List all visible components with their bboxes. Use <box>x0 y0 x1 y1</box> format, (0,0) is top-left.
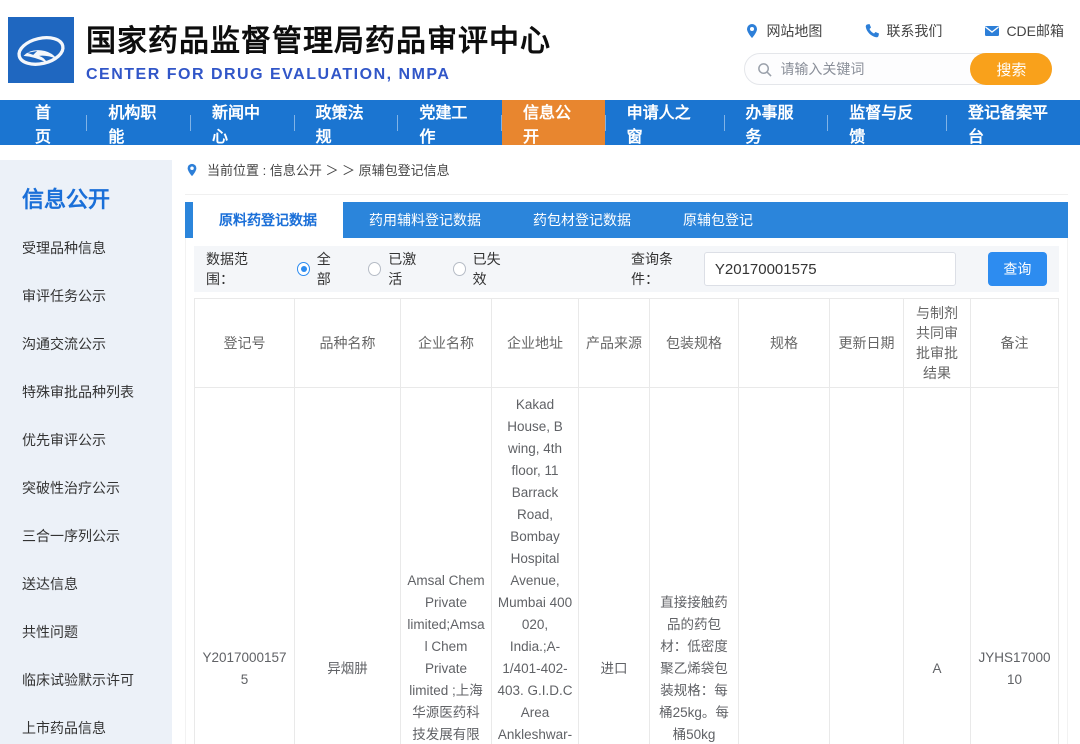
col-joint-approval-result: 与制剂共同审批审批结果 <box>904 299 971 388</box>
breadcrumb: 当前位置 : 信息公开 ＞ ＞ 原辅包登记信息 <box>185 145 1068 195</box>
nav-item-registration-platform[interactable]: 登记备案平台 <box>947 100 1080 145</box>
col-spec: 规格 <box>739 299 830 388</box>
cell-product-source: 进口 <box>579 388 650 744</box>
contact-link[interactable]: 联系我们 <box>864 21 942 41</box>
col-variety-name: 品种名称 <box>295 299 401 388</box>
search-icon <box>757 62 772 77</box>
sidebar-item-clinical-trial-license[interactable]: 临床试验默示许可 <box>0 656 172 704</box>
nav-item-news[interactable]: 新闻中心 <box>191 100 294 145</box>
radio-all-icon <box>297 262 310 276</box>
col-product-source: 产品来源 <box>579 299 650 388</box>
data-tabs: 原料药登记数据 药用辅料登记数据 药包材登记数据 原辅包登记 <box>185 202 1068 238</box>
cell-variety-name: 异烟肼 <box>295 388 401 744</box>
nav-item-functions[interactable]: 机构职能 <box>87 100 190 145</box>
tab-excipient-registration[interactable]: 药用辅料登记数据 <box>343 202 507 238</box>
nav-item-applicant[interactable]: 申请人之窗 <box>606 100 724 145</box>
col-packaging-spec: 包装规格 <box>650 299 739 388</box>
site-title: 国家药品监督管理局药品审评中心 <box>86 16 551 60</box>
search-input[interactable] <box>780 61 960 77</box>
sidebar-item-priority-review[interactable]: 优先审评公示 <box>0 416 172 464</box>
nav-item-supervision[interactable]: 监督与反馈 <box>828 100 946 145</box>
table-row: Y20170001575 异烟肼 Amsal Chem Private limi… <box>195 388 1059 744</box>
tab-api-registration[interactable]: 原料药登记数据 <box>193 202 343 238</box>
sidebar-item-communication[interactable]: 沟通交流公示 <box>0 320 172 368</box>
scope-label: 数据范围： <box>206 249 271 289</box>
sitemap-link[interactable]: 网站地图 <box>744 21 822 41</box>
location-pin-icon <box>744 23 760 39</box>
radio-all-label: 全部 <box>317 249 342 289</box>
sidebar-item-marketed-drugs[interactable]: 上市药品信息 <box>0 704 172 744</box>
query-button[interactable]: 查询 <box>988 252 1047 286</box>
data-card: 数据范围： 全部 已激活 已失效 查询条件： 查询 <box>185 238 1068 744</box>
col-company-name: 企业名称 <box>401 299 492 388</box>
col-update-date: 更新日期 <box>830 299 904 388</box>
mail-link[interactable]: CDE邮箱 <box>984 21 1064 41</box>
tab-raw-excipient-pack[interactable]: 原辅包登记 <box>657 202 779 238</box>
results-table: 登记号 品种名称 企业名称 企业地址 产品来源 包装规格 规格 更新日期 与制剂… <box>194 298 1059 744</box>
mail-label: CDE邮箱 <box>1006 21 1064 41</box>
nav-item-policy[interactable]: 政策法规 <box>295 100 398 145</box>
cell-spec <box>739 388 830 744</box>
cde-logo <box>8 17 74 83</box>
sidebar-title: 信息公开 <box>0 160 172 224</box>
cell-update-date <box>830 388 904 744</box>
cell-packaging-spec: 直接接触药品的药包材：低密度聚乙烯袋包装规格：每桶25kg。每桶50kg <box>650 388 739 744</box>
sidebar-item-delivery-info[interactable]: 送达信息 <box>0 560 172 608</box>
sidebar-item-review-tasks[interactable]: 审评任务公示 <box>0 272 172 320</box>
sidebar: 信息公开 受理品种信息 审评任务公示 沟通交流公示 特殊审批品种列表 优先审评公… <box>0 160 172 744</box>
radio-activated[interactable]: 已激活 <box>368 249 426 289</box>
cell-registration-no: Y20170001575 <box>195 388 295 744</box>
sidebar-item-accepted-varieties[interactable]: 受理品种信息 <box>0 224 172 272</box>
contact-label: 联系我们 <box>886 21 942 41</box>
sitemap-label: 网站地图 <box>766 21 822 41</box>
search-button[interactable]: 搜索 <box>970 53 1052 85</box>
cell-joint-approval-result: A <box>904 388 971 744</box>
site-subtitle: CENTER FOR DRUG EVALUATION, NMPA <box>86 66 551 84</box>
query-label: 查询条件： <box>631 249 696 289</box>
sidebar-item-special-approval[interactable]: 特殊审批品种列表 <box>0 368 172 416</box>
breadcrumb-label: 当前位置 : 信息公开 ＞ ＞ 原辅包登记信息 <box>207 160 450 179</box>
cell-remarks: JYHS1700010 <box>971 388 1059 744</box>
quick-links: 网站地图 联系我们 CDE邮箱 <box>744 21 1064 41</box>
nav-item-party[interactable]: 党建工作 <box>398 100 501 145</box>
radio-activated-label: 已激活 <box>388 249 426 289</box>
sidebar-item-three-in-one[interactable]: 三合一序列公示 <box>0 512 172 560</box>
query-input[interactable] <box>704 252 956 286</box>
col-company-address: 企业地址 <box>492 299 579 388</box>
phone-icon <box>864 23 880 39</box>
nav-item-services[interactable]: 办事服务 <box>725 100 828 145</box>
table-header-row: 登记号 品种名称 企业名称 企业地址 产品来源 包装规格 规格 更新日期 与制剂… <box>195 299 1059 388</box>
main-area: 信息公开 受理品种信息 审评任务公示 沟通交流公示 特殊审批品种列表 优先审评公… <box>0 145 1080 744</box>
tab-packaging-registration[interactable]: 药包材登记数据 <box>507 202 657 238</box>
filter-bar: 数据范围： 全部 已激活 已失效 查询条件： 查询 <box>194 246 1059 292</box>
main-nav: 首页 机构职能 新闻中心 政策法规 党建工作 信息公开 申请人之窗 办事服务 监… <box>0 100 1080 145</box>
radio-all[interactable]: 全部 <box>297 249 342 289</box>
nav-item-info-disclosure[interactable]: 信息公开 <box>502 100 605 145</box>
cell-company-address: Kakad House, B wing, 4th floor, 11 Barra… <box>492 388 579 744</box>
radio-activated-icon <box>368 262 381 276</box>
sidebar-item-common-issues[interactable]: 共性问题 <box>0 608 172 656</box>
nav-item-home[interactable]: 首页 <box>14 100 86 145</box>
col-remarks: 备注 <box>971 299 1059 388</box>
site-search: 搜索 <box>744 53 1052 85</box>
brand-block: 国家药品监督管理局药品审评中心 CENTER FOR DRUG EVALUATI… <box>86 16 551 84</box>
mail-icon <box>984 23 1000 39</box>
radio-expired-icon <box>453 262 466 276</box>
sidebar-item-breakthrough-therapy[interactable]: 突破性治疗公示 <box>0 464 172 512</box>
site-header: 国家药品监督管理局药品审评中心 CENTER FOR DRUG EVALUATI… <box>0 0 1080 100</box>
header-right: 网站地图 联系我们 CDE邮箱 搜索 <box>744 15 1064 85</box>
radio-expired[interactable]: 已失效 <box>453 249 511 289</box>
col-registration-no: 登记号 <box>195 299 295 388</box>
content: 当前位置 : 信息公开 ＞ ＞ 原辅包登记信息 原料药登记数据 药用辅料登记数据… <box>172 145 1080 744</box>
radio-expired-label: 已失效 <box>473 249 511 289</box>
location-pin-icon <box>185 163 199 177</box>
cell-company-name: Amsal Chem Private limited;Amsal Chem Pr… <box>401 388 492 744</box>
